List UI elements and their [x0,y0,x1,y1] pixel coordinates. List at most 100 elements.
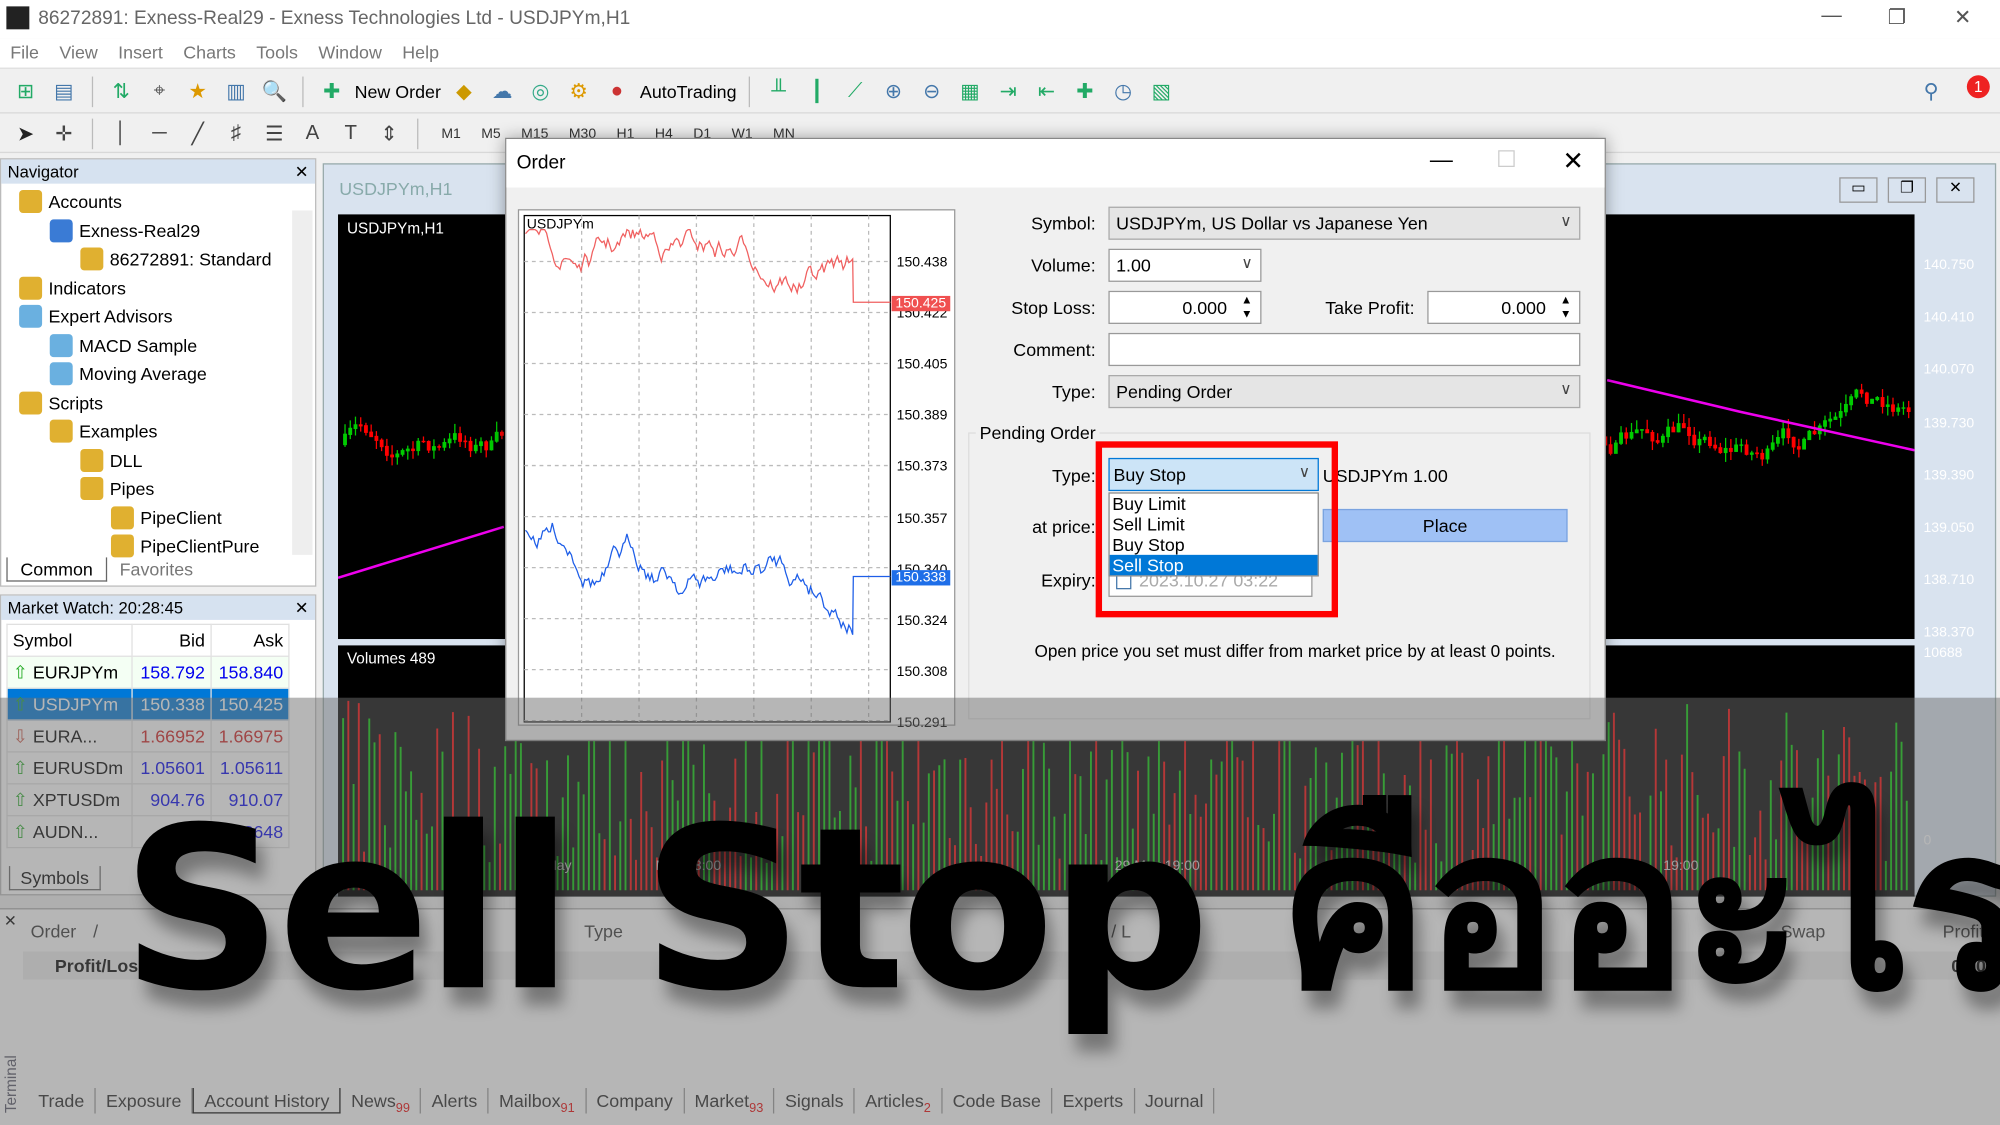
close-icon[interactable]: ✕ [295,598,309,618]
volume-select[interactable]: 1.00 ∨ [1108,248,1262,282]
signals-icon[interactable]: ◎ [525,76,556,107]
autotrading-button[interactable]: AutoTrading [640,81,737,101]
tile-windows-icon[interactable]: ▦ [955,76,986,107]
navigator-item[interactable]: DLL [80,448,142,472]
column-header[interactable]: Ask [209,623,290,657]
column-header[interactable]: Symbol [6,623,134,657]
chart-shift-icon[interactable]: ⇤ [1031,76,1062,107]
new-order-icon[interactable]: ✚ [316,76,347,107]
vertical-line-icon[interactable]: │ [106,118,137,149]
text-label-icon[interactable]: T [335,118,366,149]
equidistant-channel-icon[interactable]: ♯ [221,118,252,149]
chart-close-button[interactable]: ✕ [1936,177,1975,203]
dialog-minimize-button[interactable]: — [1430,147,1453,174]
stop-loss-stepper[interactable]: ▲ ▼ [1241,293,1252,321]
line-chart-icon[interactable]: ⟋ [840,76,871,107]
candle [499,431,504,436]
dialog-close-button[interactable]: ✕ [1562,145,1583,177]
dialog-maximize-button[interactable]: ☐ [1496,147,1517,174]
symbol-volume-text: USDJPYm 1.00 [1322,465,1448,486]
profiles-icon[interactable]: ▤ [48,76,79,107]
data-window-icon[interactable]: ⌖ [144,76,175,107]
dropdown-option[interactable]: Buy Limit [1110,494,1318,514]
menu-help[interactable]: Help [392,38,449,66]
trendline-icon[interactable]: ╱ [182,118,213,149]
candlestick-icon[interactable]: ┃ [802,76,833,107]
new-order-button[interactable]: New Order [355,81,441,101]
periods-icon[interactable]: ◷ [1108,76,1139,107]
notification-badge[interactable]: 1 [1966,75,1990,99]
autotrading-icon[interactable]: ● [602,76,633,107]
column-header[interactable]: Bid [131,623,212,657]
dropdown-option[interactable]: Sell Stop [1109,554,1318,576]
navigator-item[interactable]: Scripts [19,390,103,414]
close-icon[interactable]: ✕ [295,162,309,182]
navigator-item[interactable]: PipeClient [110,505,222,529]
stop-loss-input[interactable]: 0.000 [1108,290,1262,324]
expert-advisors-icon [19,304,43,328]
menu-tools[interactable]: Tools [246,38,308,66]
navigator-item[interactable]: 86272891: Standard [80,247,272,271]
chart-minimize-button[interactable]: ▭ [1839,177,1878,203]
market-watch-icon[interactable]: ⇅ [106,76,137,107]
navigator-item[interactable]: Expert Advisors [19,304,173,328]
menu-insert[interactable]: Insert [108,38,173,66]
zoom-in-icon[interactable]: ⊕ [878,76,909,107]
chart-maximize-button[interactable]: ❐ [1887,177,1927,203]
tab-favorites[interactable]: Favorites [107,557,206,581]
terminal-icon[interactable]: ▥ [221,76,252,107]
dropdown-option[interactable]: Sell Limit [1110,514,1318,534]
pending-type-select[interactable]: Buy Stop ∨ [1108,457,1319,492]
place-button[interactable]: Place [1322,508,1568,543]
restore-button[interactable]: ❐ [1888,5,1906,31]
navigator-item[interactable]: Accounts [19,190,122,214]
close-button[interactable]: ✕ [1954,5,1971,31]
candle [1608,444,1613,454]
order-type-select[interactable]: Pending Order ∨ [1108,374,1581,409]
experts-icon[interactable]: ⚙ [563,76,594,107]
minimize-button[interactable]: — [1821,5,1841,28]
tick-plot-area [523,214,891,723]
menu-view[interactable]: View [49,38,108,66]
navigator-item[interactable]: Indicators [19,276,126,300]
cursor-icon[interactable]: ➤ [10,118,41,149]
market-watch-header: Market Watch: 20:28:45 ✕ [1,595,316,620]
navigator-item[interactable]: PipeClientPure [110,534,259,558]
navigator-scrollbar[interactable] [292,210,313,555]
candle [358,424,363,427]
autoscroll-icon[interactable]: ⇥ [993,76,1024,107]
crosshair-icon[interactable]: ✛ [48,118,79,149]
navigator-icon[interactable]: ★ [182,76,213,107]
menu-window[interactable]: Window [308,38,392,66]
navigator-item[interactable]: MACD Sample [49,333,197,357]
search-icon[interactable]: ⚲ [1916,76,1947,107]
fibonacci-icon[interactable]: ☰ [259,118,290,149]
symbol-select[interactable]: USDJPYm, US Dollar vs Japanese Yen ∨ [1108,206,1581,240]
horizontal-line-icon[interactable]: ─ [144,118,175,149]
take-profit-stepper[interactable]: ▲ ▼ [1560,293,1571,321]
navigator-item[interactable]: Moving Average [49,362,207,386]
navigator-item[interactable]: Pipes [80,477,154,500]
menu-file[interactable]: File [0,38,49,66]
metaeditor-icon[interactable]: ◆ [449,76,480,107]
candle [1660,435,1665,443]
comment-input[interactable] [1108,332,1581,367]
navigator-item[interactable]: Exness-Real29 [49,218,200,242]
text-icon[interactable]: A [297,118,328,149]
templates-icon[interactable]: ▧ [1146,76,1177,107]
zoom-out-icon[interactable]: ⊖ [916,76,947,107]
timeframe-m1[interactable]: M1 [431,126,471,141]
cloud-icon[interactable]: ☁ [487,76,518,107]
bar-chart-icon[interactable]: ╨ [763,76,794,107]
candle [384,445,389,456]
dropdown-option[interactable]: Buy Stop [1110,534,1318,554]
menu-charts[interactable]: Charts [173,38,246,66]
market-watch-row[interactable]: ⇧ EURJPYm 158.792 158.840 [6,655,290,689]
tab-common[interactable]: Common [6,557,107,582]
tester-icon[interactable]: 🔍 [259,76,290,107]
arrows-icon[interactable]: ⇕ [374,118,405,149]
new-chart-icon[interactable]: ⊞ [10,76,41,107]
take-profit-input[interactable]: 0.000 [1427,290,1581,324]
indicators-icon[interactable]: ✚ [1069,76,1100,107]
navigator-item[interactable]: Examples [49,419,157,443]
